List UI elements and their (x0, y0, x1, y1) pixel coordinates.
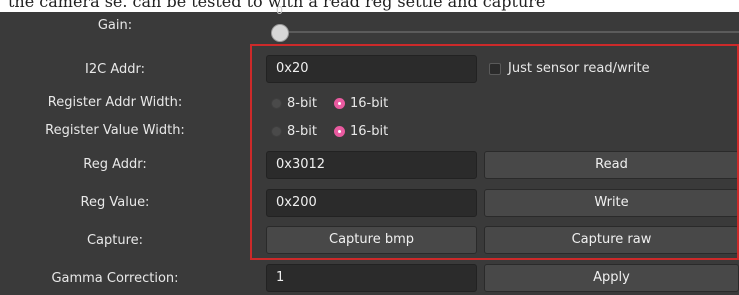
capture-bmp-button[interactable]: Capture bmp (266, 226, 477, 254)
write-button[interactable]: Write (484, 189, 739, 217)
i2c-addr-input[interactable]: 0x20 (266, 55, 477, 83)
gamma-correction-label: Gamma Correction: (51, 271, 179, 286)
gain-slider-handle[interactable] (271, 24, 289, 42)
capture-raw-button[interactable]: Capture raw (484, 226, 739, 254)
value-width-16bit-radio[interactable]: 16-bit (334, 122, 388, 140)
value-width-8bit-radio[interactable]: 8-bit (271, 122, 317, 140)
gain-slider-track[interactable] (272, 31, 739, 33)
addr-width-8bit-label: 8-bit (287, 95, 317, 111)
reg-value-label: Reg Value: (80, 195, 150, 210)
just-sensor-label: Just sensor read/write (508, 61, 650, 76)
apply-button[interactable]: Apply (484, 264, 739, 292)
gamma-input[interactable]: 1 (266, 264, 477, 292)
register-value-width-label: Register Value Width: (45, 123, 185, 138)
just-sensor-checkbox[interactable]: Just sensor read/write (489, 61, 650, 76)
radio-on-icon[interactable] (334, 125, 345, 137)
document-text-strip: the camera se. can be tested to with a r… (0, 0, 739, 12)
addr-width-16bit-label: 16-bit (350, 95, 389, 111)
value-width-16bit-label: 16-bit (350, 123, 389, 139)
radio-off-icon[interactable] (271, 97, 282, 109)
reg-addr-input[interactable]: 0x3012 (266, 151, 477, 179)
gain-value: 0 (276, 4, 283, 17)
i2c-addr-label: I2C Addr: (85, 62, 145, 77)
radio-off-icon[interactable] (271, 125, 282, 137)
value-width-8bit-label: 8-bit (287, 123, 317, 139)
addr-width-16bit-radio[interactable]: 16-bit (334, 94, 388, 112)
gain-label: Gain: (97, 18, 133, 33)
radio-on-icon[interactable] (334, 97, 345, 109)
capture-label: Capture: (86, 233, 144, 248)
register-addr-width-label: Register Addr Width: (47, 95, 183, 110)
addr-width-8bit-radio[interactable]: 8-bit (271, 94, 317, 112)
reg-value-input[interactable]: 0x200 (266, 189, 477, 217)
read-button[interactable]: Read (484, 151, 739, 179)
checkbox-box[interactable] (489, 62, 501, 75)
reg-addr-label: Reg Addr: (83, 157, 147, 172)
